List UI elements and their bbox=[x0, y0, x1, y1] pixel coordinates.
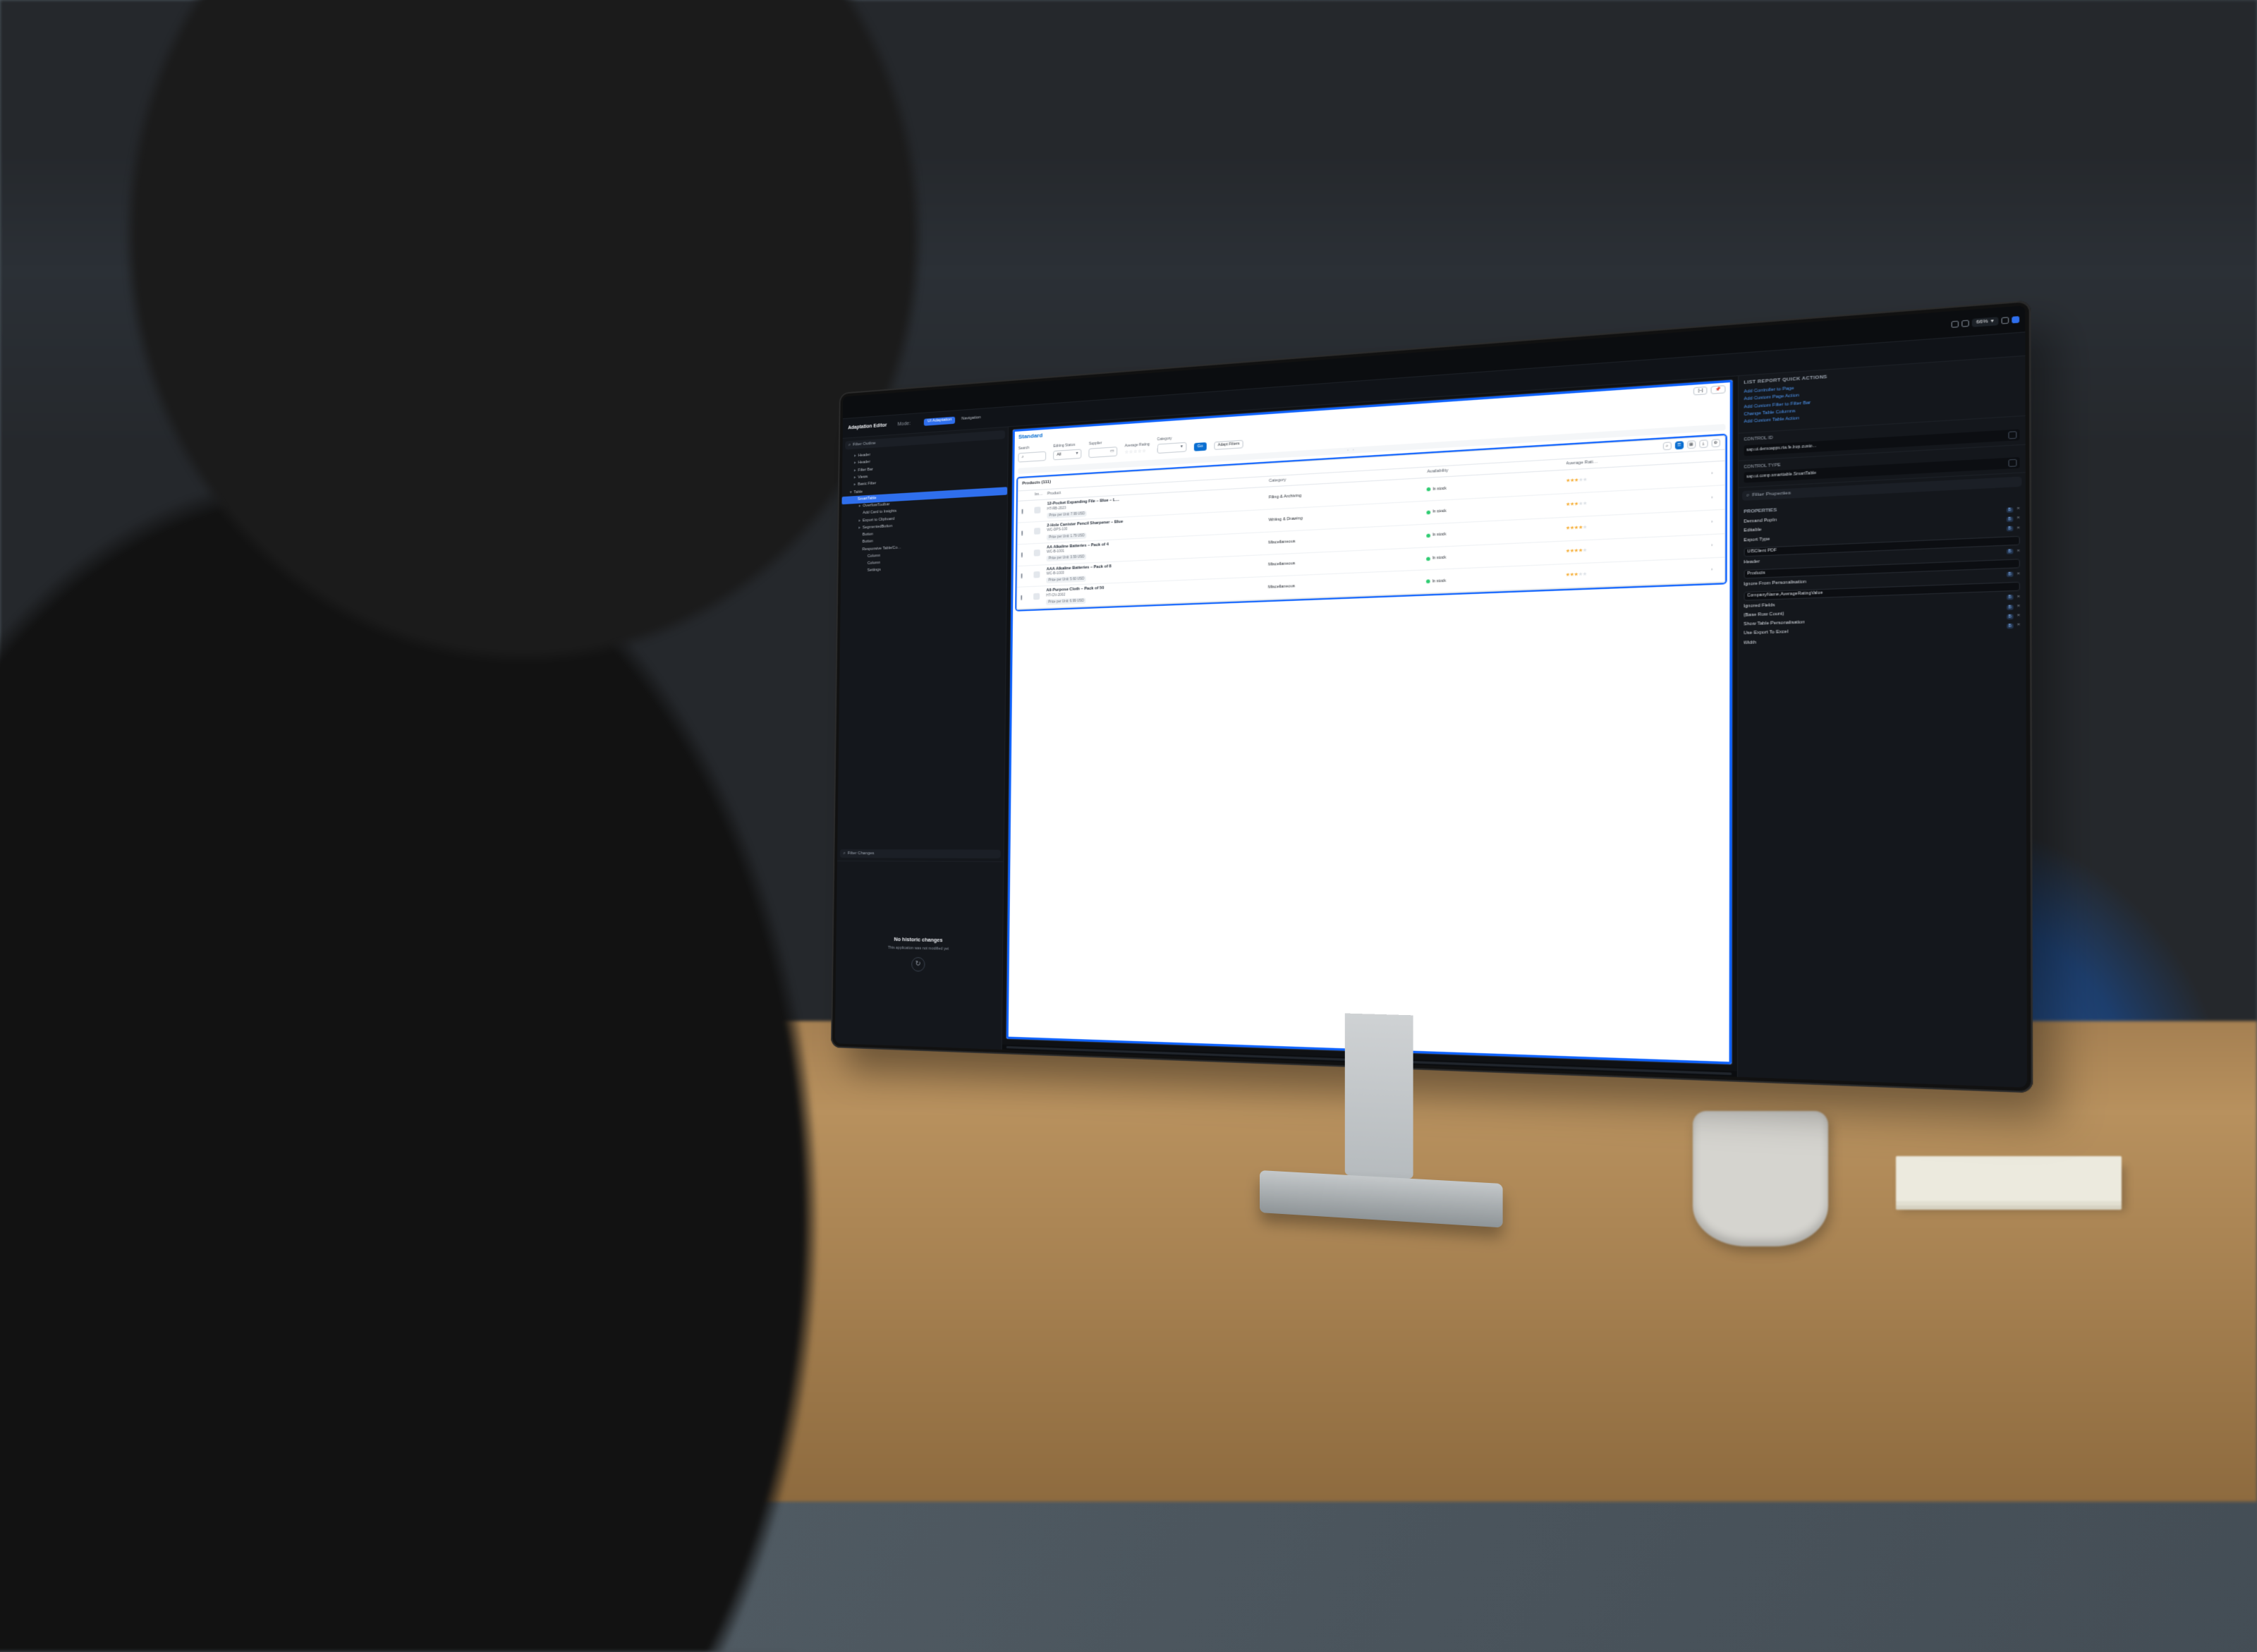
remove-icon[interactable]: × bbox=[2017, 622, 2020, 628]
mode-prefix: Mode: bbox=[897, 420, 911, 427]
filter-search-input[interactable]: ⌕ bbox=[1018, 451, 1046, 462]
filter-editing-status-select[interactable]: All ▾ bbox=[1053, 449, 1081, 460]
rating-input[interactable]: ☆☆☆☆☆ bbox=[1124, 449, 1149, 456]
outline-filter-placeholder: Filter Outline bbox=[853, 440, 876, 447]
row-radio[interactable] bbox=[1022, 509, 1023, 514]
search-icon[interactable] bbox=[1951, 320, 1959, 327]
chevron-right-icon: › bbox=[1711, 542, 1720, 549]
filter-supplier-input[interactable]: ▭ bbox=[1089, 447, 1118, 458]
search-icon[interactable]: ⌕ bbox=[1662, 442, 1671, 450]
go-button[interactable]: Go bbox=[1193, 442, 1206, 451]
image-icon bbox=[1034, 528, 1040, 535]
collapse-header-icon[interactable]: [–] bbox=[1693, 386, 1707, 396]
image-icon bbox=[1033, 593, 1040, 600]
changes-panel: No historic changes This application was… bbox=[835, 861, 1004, 1049]
changes-title: No historic changes bbox=[841, 935, 997, 945]
search-icon: ⌕ bbox=[1746, 492, 1749, 499]
copy-icon[interactable] bbox=[2008, 458, 2016, 466]
filter-category-input[interactable]: ▾ bbox=[1157, 442, 1186, 454]
remove-icon[interactable]: × bbox=[2016, 548, 2019, 554]
monitor-stand bbox=[1260, 1011, 1502, 1294]
mode-tabs: UI Adaptation Navigation bbox=[924, 415, 985, 426]
search-icon: ⌕ bbox=[848, 442, 851, 447]
remove-icon[interactable]: × bbox=[2016, 506, 2019, 512]
filter-editing-status: Editing Status All ▾ bbox=[1053, 442, 1081, 460]
zoom-indicator[interactable]: 66% ▾ bbox=[1971, 316, 1998, 327]
app-screen: 66% ▾ Adaptation Editor Mode: UI Adaptat… bbox=[835, 305, 2027, 1087]
view-grid-icon[interactable]: ▦ bbox=[1687, 440, 1696, 449]
mic-icon[interactable] bbox=[1961, 319, 1969, 326]
row-radio[interactable] bbox=[1021, 530, 1023, 535]
preview-canvas[interactable]: Standard [–] 📌 Search bbox=[1006, 379, 1732, 1063]
adapt-filters-button[interactable]: Adapt Filters bbox=[1214, 440, 1243, 450]
image-icon bbox=[1035, 506, 1041, 513]
properties-panel: LIST REPORT QUICK ACTIONS Add Controller… bbox=[1736, 356, 2027, 1087]
copy-icon[interactable] bbox=[2008, 430, 2016, 438]
filter-supplier: Supplier ▭ bbox=[1089, 440, 1118, 458]
value-help-icon: ▭ bbox=[1110, 449, 1114, 454]
chevron-right-icon: › bbox=[1711, 566, 1720, 573]
chevron-right-icon: › bbox=[1711, 470, 1720, 476]
app-title: Adaptation Editor bbox=[848, 422, 887, 431]
changes-filter[interactable]: ⌕ Filter Changes bbox=[840, 849, 1001, 858]
preview-panel: Standard [–] 📌 Search bbox=[1002, 375, 1738, 1076]
outline-tree[interactable]: ▸Header▸Header▸Filter Bar▸Views▸Basic Fi… bbox=[837, 441, 1008, 849]
pin-icon[interactable]: 📌 bbox=[1711, 384, 1725, 394]
remove-icon[interactable]: × bbox=[2016, 516, 2019, 522]
settings-icon[interactable]: ⚙ bbox=[1711, 439, 1720, 447]
row-radio[interactable] bbox=[1021, 595, 1022, 600]
restore-icon[interactable]: ↻ bbox=[911, 956, 925, 971]
image-icon bbox=[1034, 571, 1040, 578]
filter-avg-rating: Average Rating ☆☆☆☆☆ bbox=[1124, 442, 1150, 456]
chevron-right-icon: › bbox=[1711, 494, 1720, 501]
table-count: Products (111) bbox=[1022, 480, 1051, 487]
chevron-right-icon: › bbox=[1711, 518, 1720, 525]
desk-books bbox=[1896, 1156, 2122, 1201]
outline-panel: ⌕ Filter Outline ▸Header▸Header▸Filter B… bbox=[835, 427, 1009, 1049]
theme-toggle-icon[interactable] bbox=[2012, 315, 2019, 322]
filter-category: Category ▾ bbox=[1157, 435, 1186, 454]
chevron-down-icon: ▾ bbox=[1181, 444, 1183, 450]
remove-icon[interactable]: × bbox=[2016, 525, 2019, 531]
chevron-down-icon: ▾ bbox=[1076, 451, 1078, 456]
search-icon: ⌕ bbox=[843, 851, 845, 856]
search-icon: ⌕ bbox=[1021, 454, 1023, 460]
image-icon bbox=[1034, 549, 1040, 557]
col-image[interactable]: Ima… bbox=[1035, 492, 1045, 497]
export-icon[interactable]: ⤓ bbox=[1699, 439, 1708, 448]
mode-tab-navigation[interactable]: Navigation bbox=[958, 415, 984, 424]
filter-search-label: Search bbox=[1018, 444, 1047, 451]
changes-subtitle: This application was not modified yet bbox=[841, 945, 997, 953]
zoom-label: 66% bbox=[1976, 317, 1988, 325]
remove-icon[interactable]: × bbox=[2017, 603, 2020, 609]
remove-icon[interactable]: × bbox=[2017, 594, 2020, 600]
changes-filter-placeholder: Filter Changes bbox=[848, 851, 875, 856]
variant-title[interactable]: Standard bbox=[1018, 432, 1043, 441]
view-list-icon[interactable]: ☰ bbox=[1674, 441, 1683, 449]
chevron-down-icon: ▾ bbox=[1990, 317, 1993, 324]
monitor: 66% ▾ Adaptation Editor Mode: UI Adaptat… bbox=[835, 391, 1896, 1277]
row-radio[interactable] bbox=[1021, 573, 1023, 578]
remove-icon[interactable]: × bbox=[2017, 571, 2020, 577]
settings-icon[interactable] bbox=[2001, 316, 2009, 323]
filter-search: Search ⌕ bbox=[1018, 444, 1046, 462]
mode-tab-adaptation[interactable]: UI Adaptation bbox=[924, 417, 955, 426]
remove-icon[interactable]: × bbox=[2017, 613, 2020, 619]
row-radio[interactable] bbox=[1021, 552, 1023, 557]
